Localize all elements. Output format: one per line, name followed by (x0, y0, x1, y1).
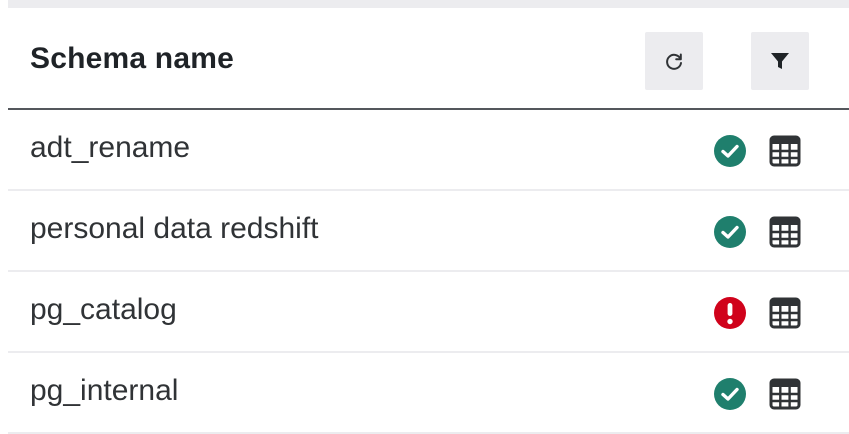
schema-rows: adt_rename personal data redshift pg_cat… (8, 110, 849, 434)
table-icon[interactable] (768, 296, 802, 330)
schema-row[interactable]: personal data redshift (8, 191, 849, 272)
schema-row[interactable]: pg_internal (8, 353, 849, 434)
refresh-icon (666, 53, 682, 70)
schema-row[interactable]: pg_catalog (8, 272, 849, 353)
check-circle-icon (714, 378, 746, 410)
schema-name: adt_rename (30, 131, 191, 164)
filter-icon (771, 53, 789, 69)
schema-name: pg_catalog (30, 293, 177, 326)
top-divider (8, 0, 849, 8)
table-header: Schema name (8, 8, 849, 110)
table-icon[interactable] (768, 377, 802, 411)
check-circle-icon (714, 135, 746, 167)
table-icon[interactable] (768, 215, 802, 249)
schema-name: pg_internal (30, 374, 179, 407)
schema-row[interactable]: adt_rename (8, 110, 849, 191)
schema-name: personal data redshift (30, 212, 319, 245)
column-header-schema-name: Schema name (30, 42, 234, 75)
filter-button[interactable] (751, 32, 809, 90)
exclamation-circle-icon (714, 297, 746, 329)
schema-list-panel: Schema name adt_rename personal data red… (0, 0, 849, 434)
refresh-button[interactable] (645, 32, 703, 90)
check-circle-icon (714, 216, 746, 248)
table-icon[interactable] (768, 134, 802, 168)
